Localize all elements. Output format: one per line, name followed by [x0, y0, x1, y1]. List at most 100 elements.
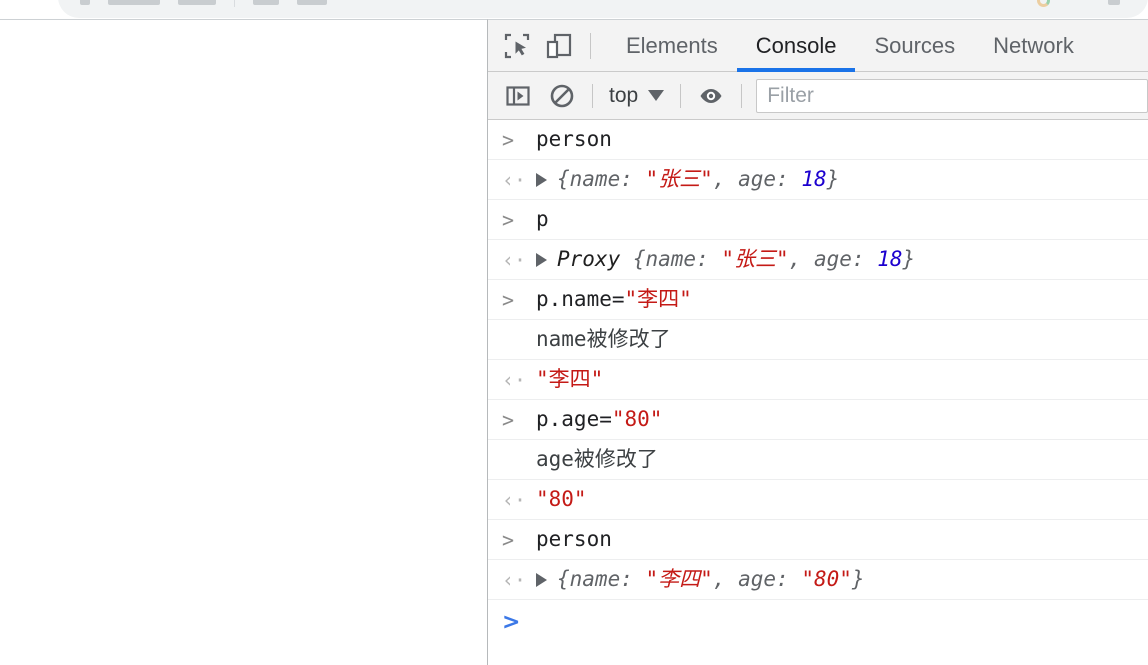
console-message-list[interactable]: > person ‹· {name: "张三", age: 18} > p ‹· Proxy … [488, 120, 1148, 665]
console-toolbar-divider-2 [680, 83, 682, 108]
console-toolbar-divider-3 [741, 83, 743, 108]
console-message-row[interactable]: > p.name="李四" [488, 280, 1148, 320]
console-result-marker-icon: ‹· [502, 167, 527, 192]
console-token: "李四" [645, 567, 713, 592]
console-message-row[interactable]: ‹· "李四" [488, 360, 1148, 400]
console-message-text: name被修改了 [536, 326, 671, 352]
devtools-tabbar: Elements Console Sources Network [488, 20, 1148, 72]
execution-context-label: top [609, 83, 639, 107]
console-input-marker-icon: > [502, 127, 515, 152]
console-prompt-caret-icon: > [502, 609, 521, 635]
console-token: , age: [712, 567, 802, 592]
device-toolbar-icon[interactable] [538, 24, 580, 68]
console-result-marker-icon: ‹· [502, 367, 527, 392]
console-message-row[interactable]: > p [488, 200, 1148, 240]
console-message-row[interactable]: ‹· {name: "张三", age: 18} [488, 160, 1148, 200]
console-message-text: person [536, 526, 612, 552]
console-message-text: {name: "张三", age: 18} [536, 166, 839, 192]
omnibox-url-text-2 [178, 0, 216, 5]
console-message-text: Proxy {name: "张三", age: 18} [536, 246, 915, 272]
console-message-text: "李四" [536, 366, 603, 392]
console-result-marker-icon: ‹· [502, 487, 527, 512]
console-message-row[interactable]: ‹· Proxy {name: "张三", age: 18} [488, 240, 1148, 280]
console-filter-input[interactable] [756, 78, 1148, 113]
console-token: "张三" [721, 247, 789, 272]
console-message-text: person [536, 126, 612, 152]
console-token: } [902, 247, 916, 272]
clear-console-icon[interactable] [540, 76, 584, 116]
tab-sources[interactable]: Sources [855, 20, 974, 72]
console-prompt-input[interactable] [536, 610, 1148, 634]
console-token: "张三" [645, 167, 713, 192]
console-toolbar: top [488, 72, 1148, 120]
console-token: Proxy [557, 247, 633, 272]
omnibox-menu-icon[interactable] [1108, 0, 1120, 5]
console-token: person [536, 127, 612, 152]
console-token: "80" [536, 487, 587, 512]
console-token: {name: [632, 247, 722, 272]
tab-console[interactable]: Console [736, 20, 856, 72]
console-input-marker-icon: > [502, 207, 515, 232]
expand-triangle-icon[interactable] [536, 573, 547, 588]
console-token: } [851, 567, 865, 592]
console-input-marker-icon: > [502, 287, 515, 312]
console-token: "80" [801, 567, 852, 592]
console-token: , age: [788, 247, 878, 272]
omnibox-url-text-4 [297, 0, 327, 5]
console-message-row[interactable]: name被修改了 [488, 320, 1148, 360]
inspect-element-icon[interactable] [496, 24, 538, 68]
console-message-row[interactable]: > person [488, 120, 1148, 160]
console-input-marker-icon: > [502, 407, 515, 432]
console-token: person [536, 527, 612, 552]
console-token: "李四" [536, 367, 604, 392]
console-message-row[interactable]: ‹· {name: "李四", age: "80"} [488, 560, 1148, 600]
console-token: p [536, 207, 549, 232]
omnibox-url-text [108, 0, 160, 5]
console-token: "李四" [624, 287, 692, 312]
tab-elements[interactable]: Elements [607, 20, 737, 72]
browser-omnibox-strip [0, 0, 1148, 19]
console-token: 18 [877, 247, 903, 272]
show-console-sidebar-icon[interactable] [496, 76, 540, 116]
console-token: {name: [557, 567, 646, 592]
execution-context-selector[interactable]: top [601, 80, 672, 112]
devtools-tab-list: Elements Console Sources Network [607, 20, 1093, 72]
devtools-panel: Elements Console Sources Network top Fil… [487, 19, 1148, 665]
omnibox-lock-icon [80, 0, 90, 5]
console-message-text: {name: "李四", age: "80"} [536, 566, 865, 592]
console-token: name被修改了 [536, 327, 671, 352]
omnibox-ghost-content [80, 0, 1120, 7]
console-message-row[interactable]: > p.age="80" [488, 400, 1148, 440]
tab-sources-label: Sources [874, 32, 956, 58]
live-expression-eye-icon[interactable] [689, 76, 733, 116]
console-message-text: p.name="李四" [536, 286, 692, 312]
console-message-text: "80" [536, 486, 587, 512]
omnibox-url-text-3 [253, 0, 279, 5]
chevron-down-icon [648, 90, 665, 101]
console-token: 18 [801, 167, 827, 192]
console-message-row[interactable]: age被修改了 [488, 440, 1148, 480]
console-token: p.name= [536, 287, 625, 312]
web-page-viewport [0, 19, 487, 665]
console-prompt-row[interactable]: > [488, 600, 1148, 644]
console-toolbar-divider-1 [592, 83, 593, 108]
console-token: age被修改了 [536, 447, 658, 472]
tab-console-label: Console [755, 32, 837, 58]
tab-elements-label: Elements [626, 32, 718, 58]
console-token: } [826, 167, 840, 192]
tab-network[interactable]: Network [974, 20, 1093, 72]
console-message-text: age被修改了 [536, 446, 658, 472]
console-token: "80" [611, 407, 663, 432]
omnibox-divider [234, 0, 235, 7]
console-message-row[interactable]: > person [488, 520, 1148, 560]
expand-triangle-icon[interactable] [536, 173, 547, 188]
tab-network-label: Network [993, 32, 1074, 58]
console-message-text: p.age="80" [536, 406, 662, 432]
console-token: {name: [557, 167, 646, 192]
console-message-text: p [536, 206, 549, 232]
console-token: , age: [712, 167, 802, 192]
console-result-marker-icon: ‹· [502, 247, 527, 272]
toolbar-divider [590, 32, 591, 59]
expand-triangle-icon[interactable] [536, 253, 547, 268]
console-message-row[interactable]: ‹· "80" [488, 480, 1148, 520]
